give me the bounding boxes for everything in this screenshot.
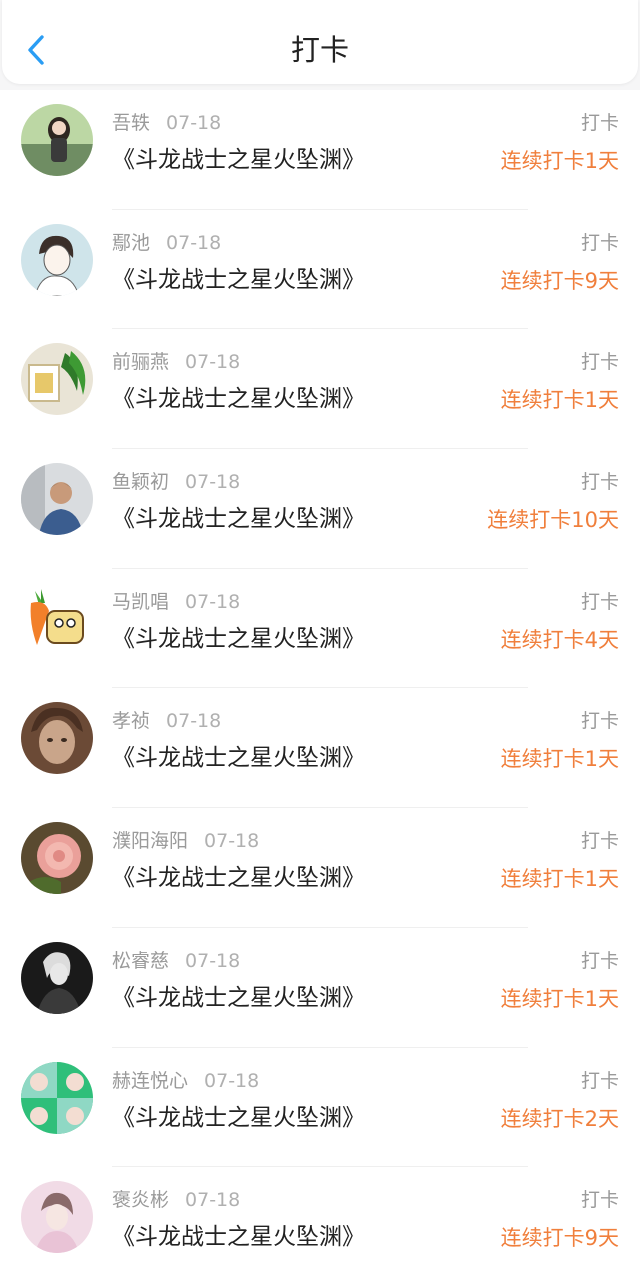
book-title[interactable]: 《斗龙战士之星火坠渊》	[112, 1102, 365, 1134]
user-name: 鄢池	[112, 231, 151, 254]
book-title[interactable]: 《斗龙战士之星火坠渊》	[112, 623, 365, 655]
streak-label: 连续打卡1天	[500, 747, 619, 772]
checkin-date: 07-18	[185, 949, 241, 972]
checkin-date: 07-18	[204, 1069, 260, 1092]
checkin-date: 07-18	[166, 112, 222, 134]
avatar[interactable]	[21, 702, 93, 775]
avatar[interactable]	[21, 1061, 93, 1134]
streak-label: 连续打卡1天	[500, 867, 619, 892]
avatar[interactable]	[21, 463, 93, 536]
book-title[interactable]: 《斗龙战士之星火坠渊》	[112, 383, 365, 415]
streak-label: 连续打卡1天	[500, 149, 619, 173]
checkin-date: 07-18	[185, 1189, 241, 1212]
user-name: 松睿慈	[112, 949, 170, 972]
checkin-label: 打卡	[580, 830, 619, 853]
checkin-date: 07-18	[166, 231, 222, 254]
checkin-label: 打卡	[580, 1069, 619, 1092]
book-title[interactable]: 《斗龙战士之星火坠渊》	[112, 503, 365, 535]
user-name: 前骊燕	[112, 351, 170, 374]
checkin-date: 07-18	[185, 471, 241, 494]
list-item[interactable]: 鄢池 07-18 《斗龙战士之星火坠渊》 打卡 连续打卡9天	[0, 210, 640, 330]
list-item[interactable]: 鱼颖初 07-18 《斗龙战士之星火坠渊》 打卡 连续打卡10天	[0, 449, 640, 569]
streak-label: 连续打卡1天	[500, 986, 619, 1011]
list-item[interactable]: 松睿慈 07-18 《斗龙战士之星火坠渊》 打卡 连续打卡1天	[0, 928, 640, 1048]
list-item[interactable]: 濮阳海阳 07-18 《斗龙战士之星火坠渊》 打卡 连续打卡1天	[0, 808, 640, 928]
avatar[interactable]	[21, 1181, 93, 1254]
avatar[interactable]	[21, 104, 93, 176]
checkin-label: 打卡	[580, 1189, 619, 1212]
streak-label: 连续打卡10天	[487, 508, 619, 533]
book-title[interactable]: 《斗龙战士之星火坠渊》	[112, 144, 365, 176]
list-item[interactable]: 吾轶 07-18 《斗龙战士之星火坠渊》 打卡 连续打卡1天	[0, 90, 640, 210]
streak-label: 连续打卡9天	[500, 268, 619, 293]
user-name: 孝祯	[112, 710, 151, 733]
avatar[interactable]	[21, 822, 93, 895]
book-title[interactable]: 《斗龙战士之星火坠渊》	[112, 264, 365, 296]
checkin-label: 打卡	[580, 112, 619, 134]
book-title[interactable]: 《斗龙战士之星火坠渊》	[112, 1221, 365, 1253]
book-title[interactable]: 《斗龙战士之星火坠渊》	[112, 982, 365, 1014]
page-title: 打卡	[290, 33, 349, 67]
checkin-date: 07-18	[204, 830, 260, 853]
streak-label: 连续打卡2天	[500, 1106, 619, 1131]
streak-label: 连续打卡4天	[500, 627, 619, 652]
streak-label: 连续打卡9天	[500, 1226, 619, 1251]
checkin-date: 07-18	[185, 351, 241, 374]
checkin-date: 07-18	[185, 590, 241, 613]
user-name: 褒炎彬	[112, 1189, 170, 1212]
book-title[interactable]: 《斗龙战士之星火坠渊》	[112, 742, 365, 774]
checkin-label: 打卡	[580, 710, 619, 733]
checkin-date: 07-18	[166, 710, 222, 733]
checkin-label: 打卡	[580, 590, 619, 613]
book-title[interactable]: 《斗龙战士之星火坠渊》	[112, 862, 365, 894]
checkin-label: 打卡	[580, 471, 619, 494]
avatar[interactable]	[21, 582, 93, 655]
user-name: 吾轶	[112, 112, 151, 134]
list-item[interactable]: 褒炎彬 07-18 《斗龙战士之星火坠渊》 打卡 连续打卡9天	[0, 1167, 640, 1264]
list-item[interactable]: 孝祯 07-18 《斗龙战士之星火坠渊》 打卡 连续打卡1天	[0, 688, 640, 809]
checkin-label: 打卡	[580, 949, 619, 972]
list-item[interactable]: 马凯唱 07-18 《斗龙战士之星火坠渊》 打卡 连续打卡4天	[0, 569, 640, 689]
avatar[interactable]	[21, 941, 93, 1014]
list-item[interactable]: 赫连悦心 07-18 《斗龙战士之星火坠渊》 打卡 连续打卡2天	[0, 1048, 640, 1168]
top-bar: 打卡	[2, 0, 638, 84]
streak-label: 连续打卡1天	[500, 388, 619, 413]
user-name: 马凯唱	[112, 590, 170, 613]
checkin-label: 打卡	[580, 351, 619, 374]
avatar[interactable]	[21, 343, 93, 416]
user-name: 赫连悦心	[112, 1069, 189, 1092]
user-name: 濮阳海阳	[112, 830, 189, 853]
avatar[interactable]	[21, 223, 93, 296]
checkin-list: 吾轶 07-18 《斗龙战士之星火坠渊》 打卡 连续打卡1天 鄢池 07-18 《斗…	[0, 90, 640, 1264]
user-name: 鱼颖初	[112, 471, 170, 494]
list-item[interactable]: 前骊燕 07-18 《斗龙战士之星火坠渊》 打卡 连续打卡1天	[0, 329, 640, 450]
checkin-label: 打卡	[580, 231, 619, 254]
